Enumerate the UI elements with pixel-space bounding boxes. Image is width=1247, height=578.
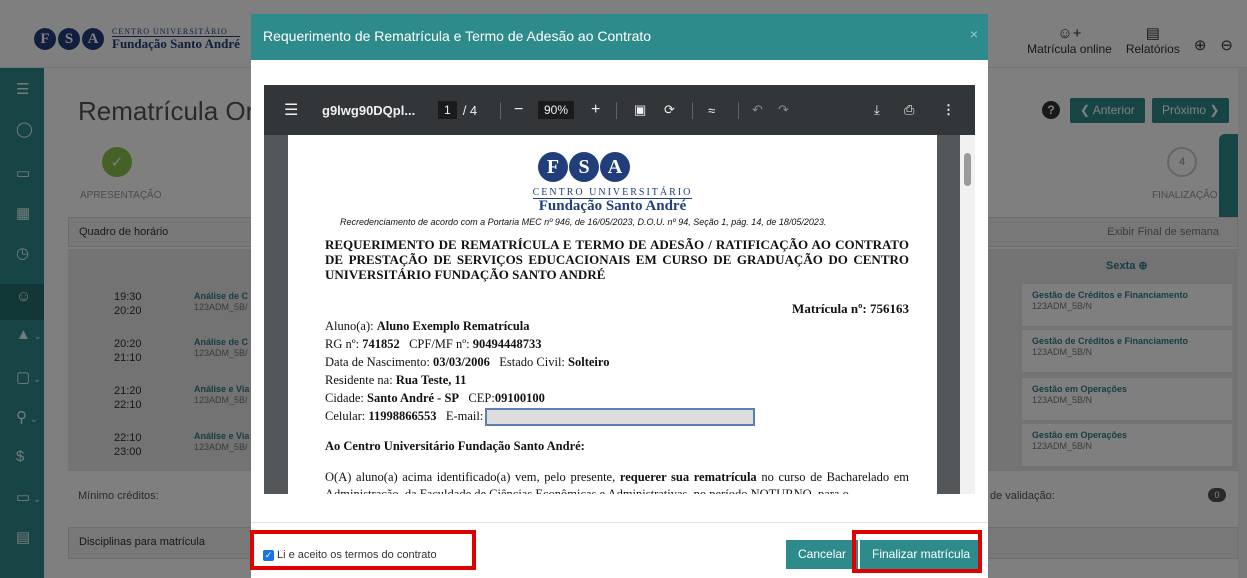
doc-cidade: Cidade: Santo André - SP CEP:09100100 <box>325 391 545 405</box>
fsa-logo: F S A <box>538 152 630 182</box>
pdf-filename: g9lwg90DQpl... <box>322 102 416 118</box>
doc-heading: REQUERIMENTO DE REMATRÍCULA E TERMO DE A… <box>325 237 909 282</box>
fit-page-icon[interactable]: ▣ <box>634 85 646 135</box>
modal-header: Requerimento de Rematrícula e Termo de A… <box>251 14 988 60</box>
zoom-input[interactable]: 90% <box>538 101 575 119</box>
annotate-icon[interactable]: ≈ <box>708 85 715 135</box>
doc-matricula: Matrícula nº: 756163 <box>792 301 909 316</box>
doc-fundacao: Fundação Santo André <box>538 198 687 214</box>
toolbar-divider <box>738 102 739 119</box>
pdf-scroll-thumb[interactable] <box>964 153 971 186</box>
doc-destinatario: Ao Centro Universitário Fundação Santo A… <box>325 439 585 453</box>
zoom-out-button[interactable]: − <box>514 85 523 135</box>
menu-icon[interactable]: ☰ <box>284 85 298 135</box>
redo-icon[interactable]: ↷ <box>778 85 789 135</box>
logo-letter: F <box>538 152 568 182</box>
logo-letter: S <box>569 152 599 182</box>
doc-celular: Celular: 11998866553 E-mail: <box>325 408 756 426</box>
close-icon[interactable]: × <box>970 26 978 42</box>
doc-recredenciamento: Recredenciamento de acordo com a Portari… <box>340 217 827 227</box>
rotate-icon[interactable]: ⟳ <box>664 85 675 135</box>
modal-title: Requerimento de Rematrícula e Termo de A… <box>263 28 652 44</box>
pdf-page: F S A CENTRO UNIVERSITÁRIO Fundação Sant… <box>288 135 937 494</box>
toolbar-divider <box>692 102 693 119</box>
pdf-toolbar: ☰ g9lwg90DQpl... 1 / 4 − 90% + ▣ ⟳ ≈ ↶ ↷… <box>264 85 975 135</box>
doc-body: O(A) aluno(a) acima identificado(a) vem,… <box>325 470 910 494</box>
logo-letter: A <box>600 152 630 182</box>
zoom-in-button[interactable]: + <box>591 85 600 135</box>
undo-icon[interactable]: ↶ <box>752 85 763 135</box>
highlight-accept-terms <box>250 530 476 570</box>
download-icon[interactable]: ⤓ <box>874 85 880 135</box>
page-number-input[interactable]: 1 <box>438 101 457 119</box>
highlight-finalize <box>852 530 982 573</box>
doc-residente: Residente na: Rua Teste, 11 <box>325 373 467 387</box>
page-total: / 4 <box>462 102 478 118</box>
contract-modal: Requerimento de Rematrícula e Termo de A… <box>251 14 988 578</box>
email-redacted <box>485 408 756 426</box>
doc-aluno: Aluno(a): Aluno Exemplo Rematrícula <box>325 319 530 333</box>
cancel-button[interactable]: Cancelar <box>786 540 859 569</box>
more-options-icon[interactable]: ⋮ <box>942 85 955 135</box>
pdf-viewer: ☰ g9lwg90DQpl... 1 / 4 − 90% + ▣ ⟳ ≈ ↶ ↷… <box>264 85 975 494</box>
pdf-scrollbar[interactable] <box>960 135 975 494</box>
print-icon[interactable]: ⎙ <box>904 85 914 135</box>
doc-rg-cpf: RG nº: 741852 CPF/MF nº: 90494448733 <box>325 337 542 351</box>
doc-nascimento: Data de Nascimento: 03/03/2006 Estado Ci… <box>325 355 610 369</box>
doc-centro: CENTRO UNIVERSITÁRIO <box>532 187 693 199</box>
toolbar-divider <box>500 102 501 119</box>
toolbar-divider <box>616 102 617 119</box>
